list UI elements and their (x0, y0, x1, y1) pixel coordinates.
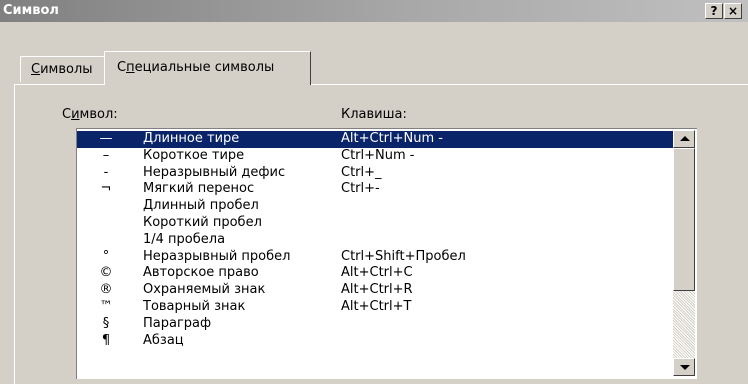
close-button[interactable]: × (724, 3, 742, 19)
symbol-glyph: © (99, 265, 113, 281)
tab-special-characters-label: Специальные символы (117, 60, 275, 75)
shortcut-key: Ctrl+- (341, 181, 380, 197)
symbol-glyph: ¶ (101, 332, 111, 348)
list-item[interactable]: - Неразрывный дефис Ctrl+_ (77, 165, 673, 182)
symbol-name: Длинное тире (143, 131, 240, 146)
list-item[interactable]: 1/4 пробела (77, 232, 673, 249)
list-item[interactable]: ® Охраняемый знак Alt+Ctrl+R (77, 282, 673, 299)
shortcut-key: Alt+Ctrl+T (341, 298, 412, 314)
symbol-name: Короткий пробел (143, 214, 262, 230)
column-header-symbol: Символ: (62, 107, 118, 122)
window-title: Символ (3, 3, 59, 18)
symbol-name: Неразрывный пробел (143, 248, 291, 264)
symbol-glyph: § (102, 315, 110, 331)
symbol-name: Авторское право (143, 265, 259, 281)
title-bar: Символ ? × (0, 0, 748, 22)
tab-special-characters[interactable]: Специальные символы (104, 51, 311, 85)
symbol-name: Длинный пробел (143, 198, 259, 214)
symbol-glyph: ™ (99, 298, 113, 314)
special-characters-list[interactable]: — Длинное тире Alt+Ctrl+Num - – Короткое тир… (76, 128, 697, 379)
symbol-glyph: ® (99, 282, 113, 298)
shortcut-key: Alt+Ctrl+Num - (341, 131, 443, 146)
list-item[interactable]: ¬ Мягкий перенос Ctrl+- (77, 181, 673, 198)
symbol-name: Абзац (143, 332, 184, 348)
scroll-up-button[interactable] (673, 130, 695, 148)
list-item[interactable]: Длинный пробел (77, 198, 673, 215)
shortcut-key: Ctrl+Num - (341, 147, 415, 163)
symbol-name: 1/4 пробела (143, 231, 226, 247)
help-button[interactable]: ? (705, 3, 723, 19)
shortcut-key: Alt+Ctrl+C (341, 265, 413, 281)
symbol-name: Параграф (143, 315, 212, 331)
symbol-glyph: - (103, 164, 109, 180)
symbol-name: Короткое тире (143, 147, 245, 163)
symbol-name: Охраняемый знак (143, 282, 266, 298)
symbol-name: Неразрывный дефис (143, 164, 286, 180)
shortcut-key: Ctrl+_ (341, 164, 382, 180)
list-item[interactable]: § Параграф (77, 316, 673, 333)
tab-symbols-label: Символы (31, 62, 93, 77)
shortcut-key: Alt+Ctrl+R (341, 282, 413, 298)
triangle-down-icon (680, 365, 690, 370)
symbol-name: Мягкий перенос (143, 181, 255, 197)
list-item[interactable]: © Авторское право Alt+Ctrl+C (77, 265, 673, 282)
list-item[interactable]: Короткий пробел (77, 215, 673, 232)
vertical-scrollbar[interactable] (673, 130, 695, 376)
list-item[interactable]: ¶ Абзац (77, 333, 673, 350)
shortcut-key: Ctrl+Shift+Пробел (341, 248, 466, 264)
list-item[interactable]: — Длинное тире Alt+Ctrl+Num - (77, 131, 673, 148)
symbol-glyph: – (102, 147, 110, 163)
scrollbar-thumb[interactable] (673, 148, 695, 291)
symbol-glyph: ° (102, 248, 110, 264)
list-item[interactable]: ° Неразрывный пробел Ctrl+Shift+Пробел (77, 249, 673, 266)
tab-symbols[interactable]: Символы (20, 56, 105, 82)
column-header-key: Клавиша: (341, 107, 407, 122)
symbol-glyph: ¬ (100, 181, 112, 197)
list-item[interactable]: – Короткое тире Ctrl+Num - (77, 148, 673, 165)
triangle-up-icon (680, 136, 690, 141)
symbol-name: Товарный знак (143, 298, 246, 314)
scroll-down-button[interactable] (673, 358, 695, 376)
list-item[interactable]: ™ Товарный знак Alt+Ctrl+T (77, 299, 673, 316)
symbol-glyph: — (99, 131, 113, 146)
